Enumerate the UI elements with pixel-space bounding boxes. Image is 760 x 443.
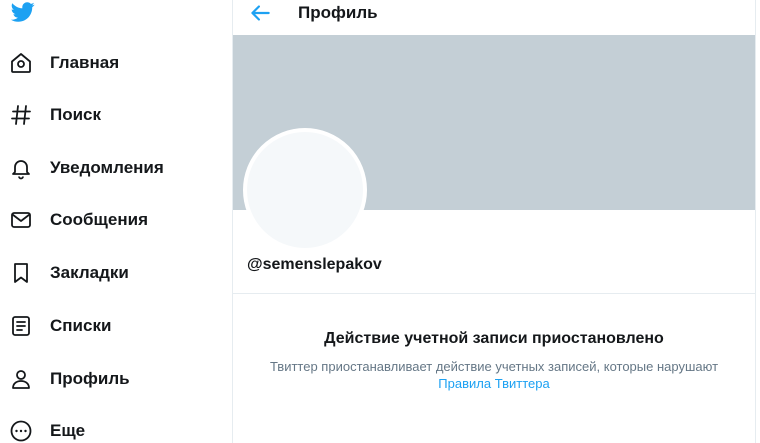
app-root: Главная Поиск Уведомления Сообщения Закл…: [0, 0, 760, 443]
arrow-left-icon: [247, 5, 273, 30]
avatar[interactable]: [243, 128, 367, 252]
envelope-icon: [9, 208, 33, 232]
back-button[interactable]: [247, 0, 273, 26]
sidebar-item-messages[interactable]: Сообщения: [0, 200, 220, 240]
sidebar-item-lists[interactable]: Списки: [0, 306, 220, 346]
sidebar: Главная Поиск Уведомления Сообщения Закл…: [0, 0, 232, 443]
profile-column: Профиль @semenslepakov Действие учетной …: [232, 0, 756, 443]
more-circle-icon: [9, 419, 33, 443]
bell-icon: [9, 156, 33, 180]
sidebar-item-profile[interactable]: Профиль: [0, 359, 220, 399]
sidebar-item-label: Главная: [50, 53, 120, 72]
sidebar-item-home[interactable]: Главная: [0, 43, 220, 83]
twitter-rules-link[interactable]: Правила Твиттера: [233, 376, 755, 391]
page-title: Профиль: [298, 3, 378, 22]
home-icon: [9, 51, 33, 75]
profile-header: Профиль: [233, 0, 755, 35]
suspension-description: Твиттер приостанавливает действие учетны…: [269, 359, 719, 374]
sidebar-item-bookmarks[interactable]: Закладки: [0, 253, 220, 293]
divider: [233, 293, 755, 294]
twitter-bird-icon[interactable]: [8, 0, 38, 24]
profile-handle: @semenslepakov: [247, 256, 382, 273]
person-icon: [9, 367, 33, 391]
sidebar-item-label: Поиск: [50, 105, 102, 124]
sidebar-item-label: Уведомления: [50, 158, 164, 177]
list-icon: [9, 314, 33, 338]
sidebar-item-label: Еще: [50, 421, 86, 440]
hashtag-icon: [9, 103, 33, 127]
sidebar-item-label: Профиль: [50, 369, 130, 388]
sidebar-item-notifications[interactable]: Уведомления: [0, 148, 220, 188]
suspension-title: Действие учетной записи приостановлено: [324, 330, 664, 347]
sidebar-item-label: Закладки: [50, 263, 129, 282]
sidebar-item-label: Сообщения: [50, 210, 148, 229]
bookmark-icon: [9, 261, 33, 285]
sidebar-item-label: Списки: [50, 316, 112, 335]
sidebar-item-search[interactable]: Поиск: [0, 95, 220, 135]
sidebar-item-more[interactable]: Еще: [0, 411, 220, 443]
